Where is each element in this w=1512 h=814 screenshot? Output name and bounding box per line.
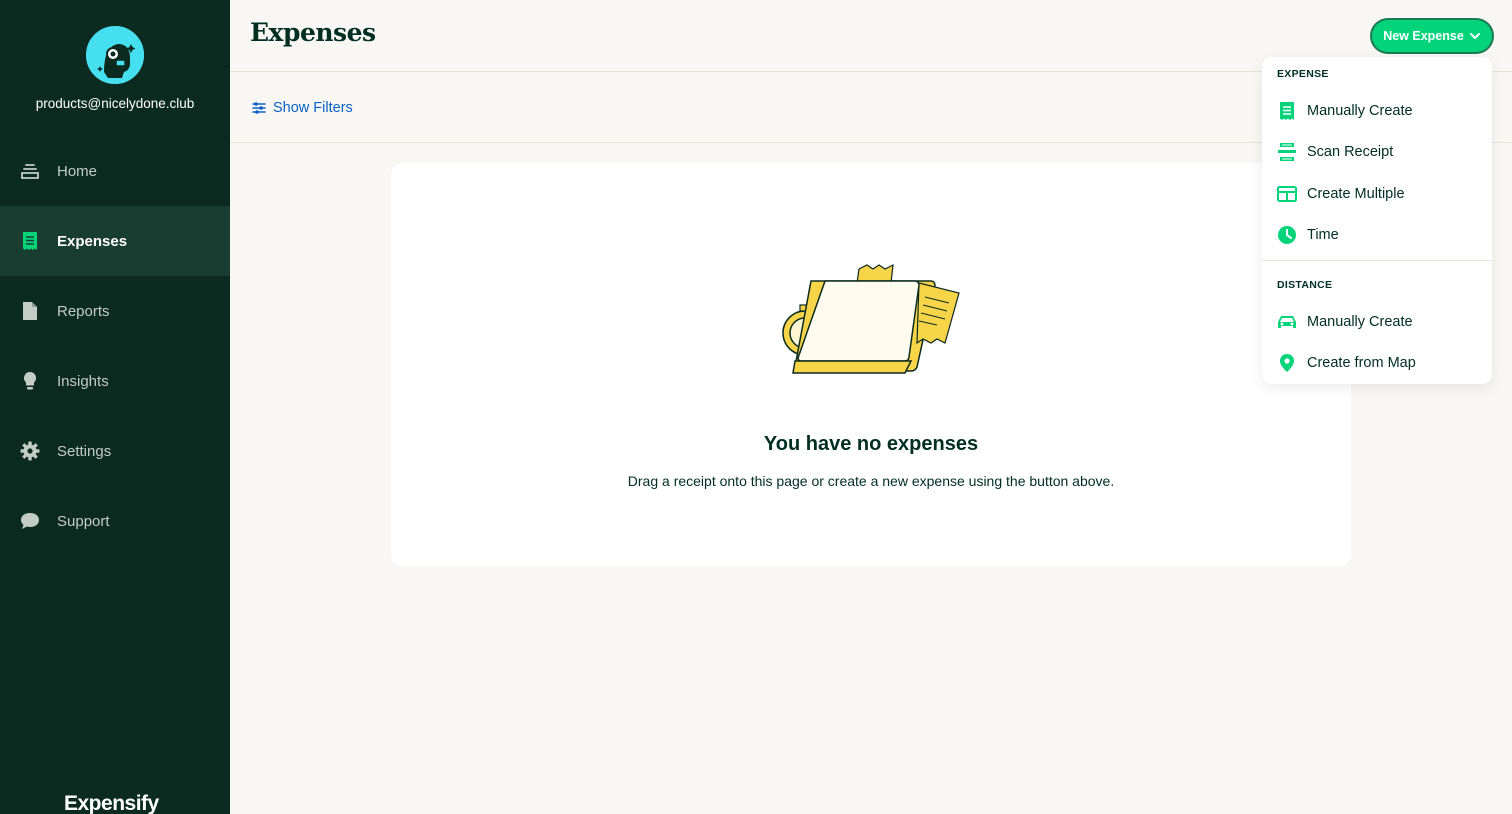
avatar[interactable]: [84, 24, 146, 86]
sidebar-item-settings[interactable]: Settings: [0, 416, 230, 486]
home-icon: [20, 161, 40, 181]
document-icon: [20, 301, 40, 321]
new-expense-dropdown: EXPENSE Manually Create Scan Receipt Cre…: [1262, 57, 1492, 384]
sidebar-item-insights[interactable]: Insights: [0, 346, 230, 416]
page-title: Expenses: [250, 18, 376, 47]
menu-item-manually-create-distance[interactable]: Manually Create: [1262, 302, 1492, 342]
menu-item-scan-receipt[interactable]: Scan Receipt: [1262, 132, 1492, 172]
sidebar-item-label: Reports: [57, 302, 110, 320]
menu-item-label: Manually Create: [1307, 103, 1413, 119]
menu-item-create-multiple[interactable]: Create Multiple: [1262, 174, 1492, 214]
menu-item-manually-create-expense[interactable]: Manually Create: [1262, 91, 1492, 131]
section-label-expense: EXPENSE: [1277, 68, 1329, 80]
menu-item-label: Create Multiple: [1307, 186, 1405, 202]
menu-item-create-from-map[interactable]: Create from Map: [1262, 343, 1492, 383]
empty-state-title: You have no expenses: [763, 433, 979, 455]
menu-item-label: Manually Create: [1307, 314, 1413, 330]
empty-state-subtitle: Drag a receipt onto this page or create …: [627, 473, 1115, 489]
chevron-down-icon: [1469, 30, 1481, 42]
sidebar: products@nicelydone.club Home Expenses R…: [0, 0, 230, 814]
empty-folder-illustration: [779, 263, 963, 377]
gear-icon: [20, 441, 40, 461]
sidebar-item-label: Insights: [57, 372, 109, 390]
sidebar-item-support[interactable]: Support: [0, 486, 230, 556]
sidebar-item-home[interactable]: Home: [0, 136, 230, 206]
sidebar-item-label: Expenses: [57, 232, 128, 250]
sidebar-item-reports[interactable]: Reports: [0, 276, 230, 346]
new-expense-label: New Expense: [1383, 29, 1464, 43]
expensify-logo: Expensify: [64, 792, 159, 814]
scan-receipt-icon: [1277, 142, 1297, 162]
filter-icon: [252, 102, 266, 114]
map-pin-icon: [1277, 353, 1297, 373]
receipt-icon: [20, 231, 40, 251]
menu-item-label: Scan Receipt: [1307, 144, 1394, 160]
sidebar-item-expenses[interactable]: Expenses: [0, 206, 230, 276]
clock-icon: [1277, 225, 1297, 245]
menu-item-label: Time: [1307, 227, 1339, 243]
receipt-icon: [1277, 101, 1297, 121]
user-email: products@nicelydone.club: [35, 96, 195, 111]
sidebar-item-label: Support: [57, 512, 110, 530]
menu-divider: [1262, 260, 1492, 261]
sidebar-item-label: Home: [57, 162, 98, 180]
table-icon: [1277, 184, 1297, 204]
new-expense-button[interactable]: New Expense: [1372, 20, 1492, 52]
car-icon: [1277, 312, 1297, 332]
empty-state-card: You have no expenses Drag a receipt onto…: [391, 163, 1351, 566]
show-filters-label: Show Filters: [273, 100, 353, 116]
menu-item-label: Create from Map: [1307, 355, 1416, 371]
sidebar-item-label: Settings: [57, 442, 112, 460]
chat-bubble-icon: [20, 511, 40, 531]
section-label-distance: DISTANCE: [1277, 279, 1333, 291]
show-filters-button[interactable]: Show Filters: [252, 100, 353, 116]
lightbulb-icon: [20, 371, 40, 391]
menu-item-time[interactable]: Time: [1262, 215, 1492, 255]
